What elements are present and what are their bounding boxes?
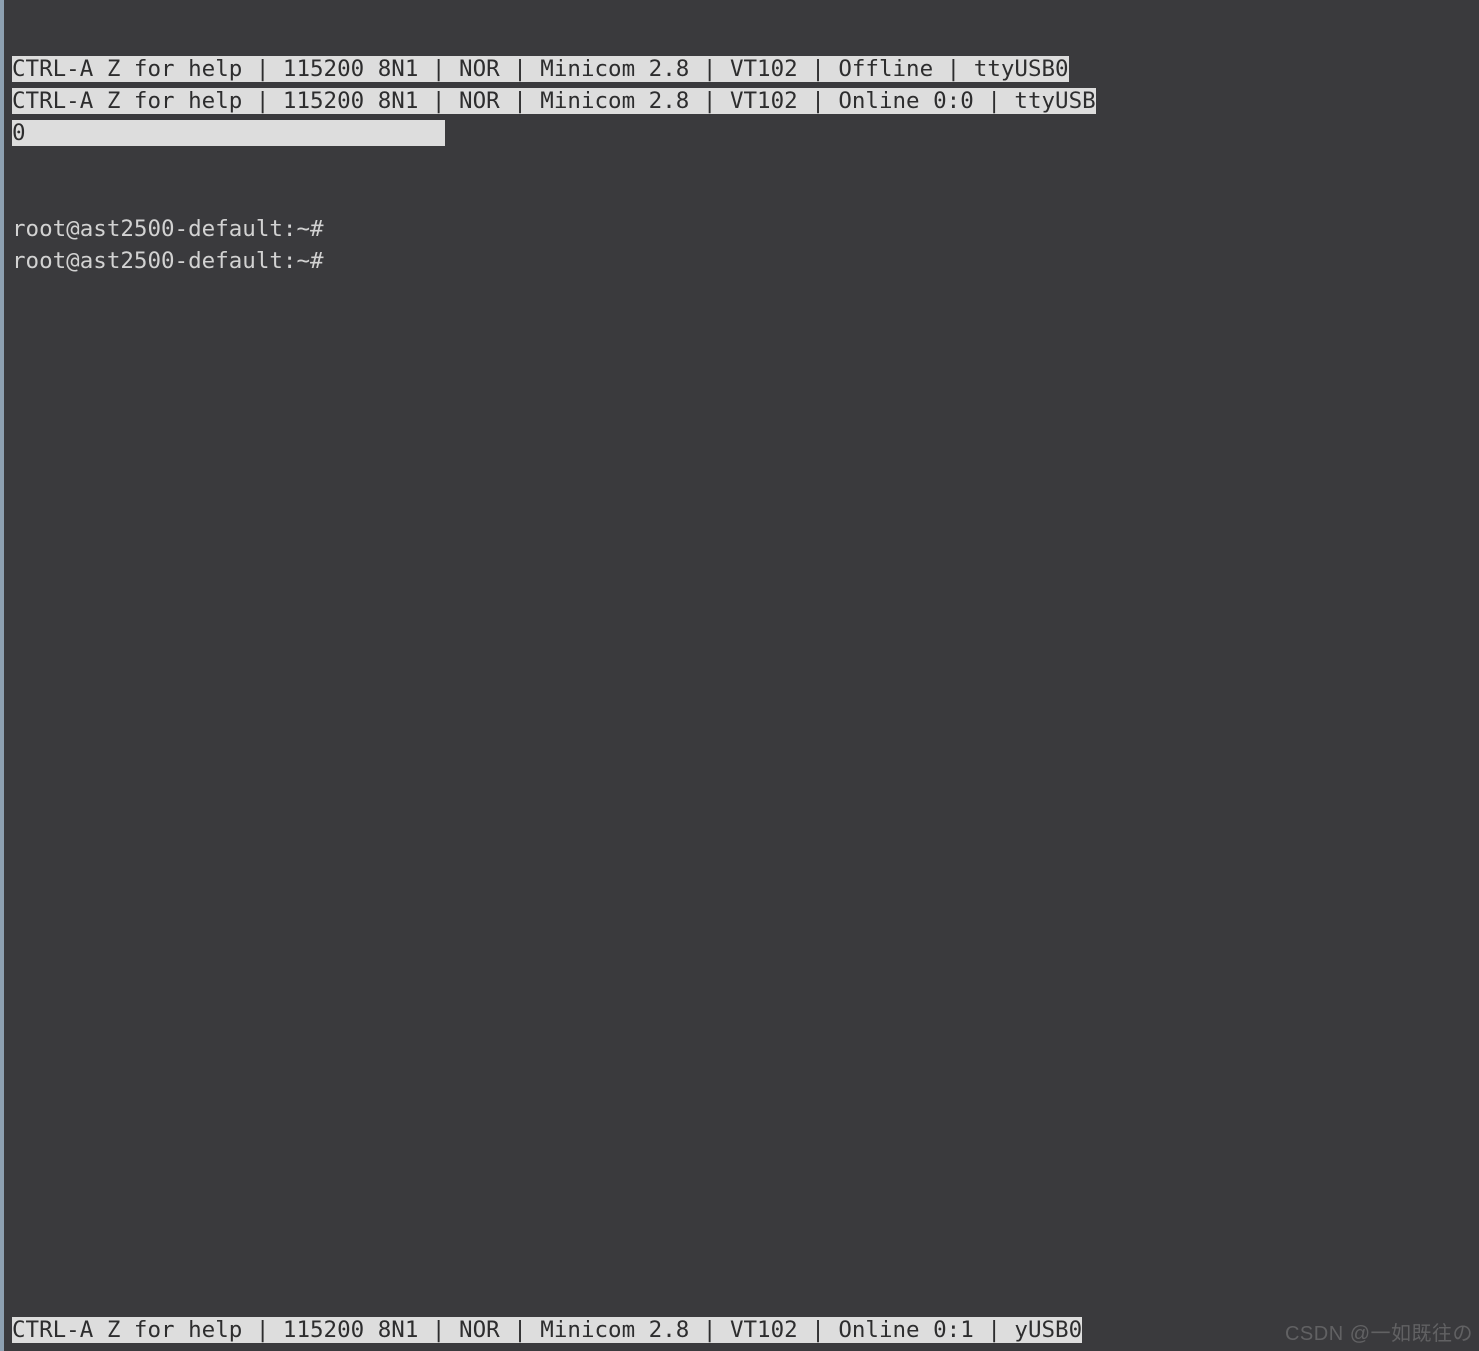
shell-prompt-1: root@ast2500-default:~# (12, 216, 324, 242)
minicom-status-line-2a: CTRL-A Z for help | 115200 8N1 | NOR | M… (12, 88, 1096, 114)
shell-prompt-2: root@ast2500-default:~# (12, 248, 324, 274)
watermark-text: CSDN @一如既往の (1285, 1320, 1473, 1348)
blank-line (12, 150, 1479, 182)
minicom-status-bar: CTRL-A Z for help | 115200 8N1 | NOR | M… (12, 1283, 1082, 1347)
minicom-status-bottom-text: CTRL-A Z for help | 115200 8N1 | NOR | M… (12, 1317, 1082, 1343)
minicom-status-line-2b: 0 (12, 120, 445, 146)
terminal-output[interactable]: CTRL-A Z for help | 115200 8N1 | NOR | M… (12, 0, 1479, 1351)
minicom-status-line-1: CTRL-A Z for help | 115200 8N1 | NOR | M… (12, 56, 1069, 82)
